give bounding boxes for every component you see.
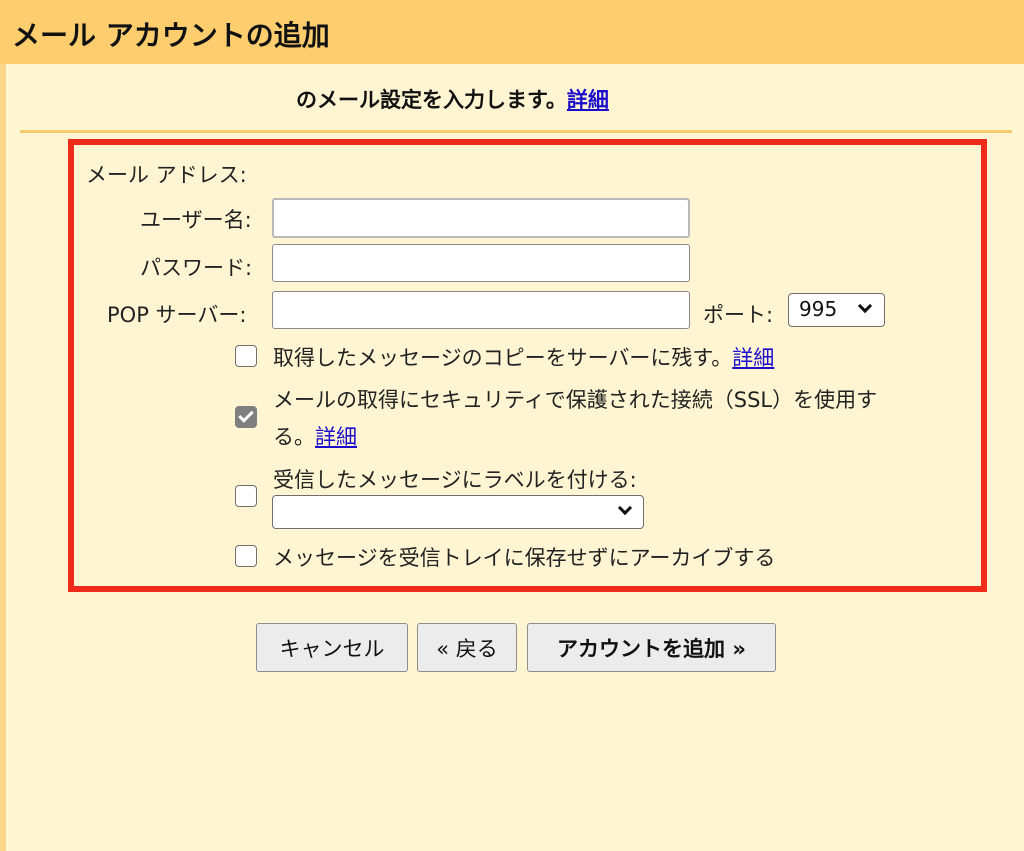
password-input[interactable]: [272, 244, 690, 282]
pop-server-input[interactable]: [272, 291, 690, 329]
leave-copy-checkbox[interactable]: [235, 345, 257, 367]
email-label: メール アドレス:: [86, 163, 247, 187]
divider: [20, 130, 1012, 133]
dialog-header: メール アカウントの追加: [0, 0, 1024, 64]
pop-server-label: POP サーバー:: [107, 303, 247, 327]
leave-copy-label: 取得したメッセージのコピーをサーバーに残す。: [273, 346, 733, 370]
ssl-checkbox[interactable]: [235, 406, 257, 428]
ssl-details-link[interactable]: 詳細: [315, 425, 357, 449]
intro-text: のメール設定を入力します。詳細: [296, 84, 609, 114]
label-select[interactable]: [272, 495, 644, 529]
back-button[interactable]: « 戻る: [417, 623, 517, 672]
ssl-label-end: る。: [273, 425, 315, 449]
left-edge-strip: [0, 64, 6, 851]
cancel-button[interactable]: キャンセル: [256, 623, 408, 672]
intro-label: のメール設定を入力します。: [296, 88, 567, 112]
add-account-button[interactable]: アカウントを追加 »: [527, 623, 776, 672]
leave-copy-details-link[interactable]: 詳細: [732, 346, 774, 370]
port-label: ポート:: [703, 303, 774, 327]
port-value: 995: [799, 297, 838, 321]
password-label: パスワード:: [140, 256, 253, 280]
leave-copy-option: 取得したメッセージのコピーをサーバーに残す。詳細: [273, 342, 774, 372]
chevron-down-icon: [857, 298, 873, 314]
chevron-down-icon: [617, 500, 633, 516]
ssl-option-line1: メールの取得にセキュリティで保護された接続（SSL）を使用す: [273, 388, 878, 412]
username-input[interactable]: [272, 198, 690, 238]
archive-label: メッセージを受信トレイに保存せずにアーカイブする: [273, 546, 776, 570]
ssl-option-line2: る。詳細: [273, 421, 357, 451]
port-select[interactable]: 995: [788, 293, 885, 327]
dialog-title: メール アカウントの追加: [12, 19, 330, 52]
check-icon: [238, 407, 254, 423]
username-label: ユーザー名:: [140, 208, 252, 232]
label-incoming-checkbox[interactable]: [235, 485, 257, 507]
archive-checkbox[interactable]: [235, 545, 257, 567]
label-incoming-label: 受信したメッセージにラベルを付ける:: [273, 468, 637, 492]
intro-details-link[interactable]: 詳細: [567, 88, 609, 112]
